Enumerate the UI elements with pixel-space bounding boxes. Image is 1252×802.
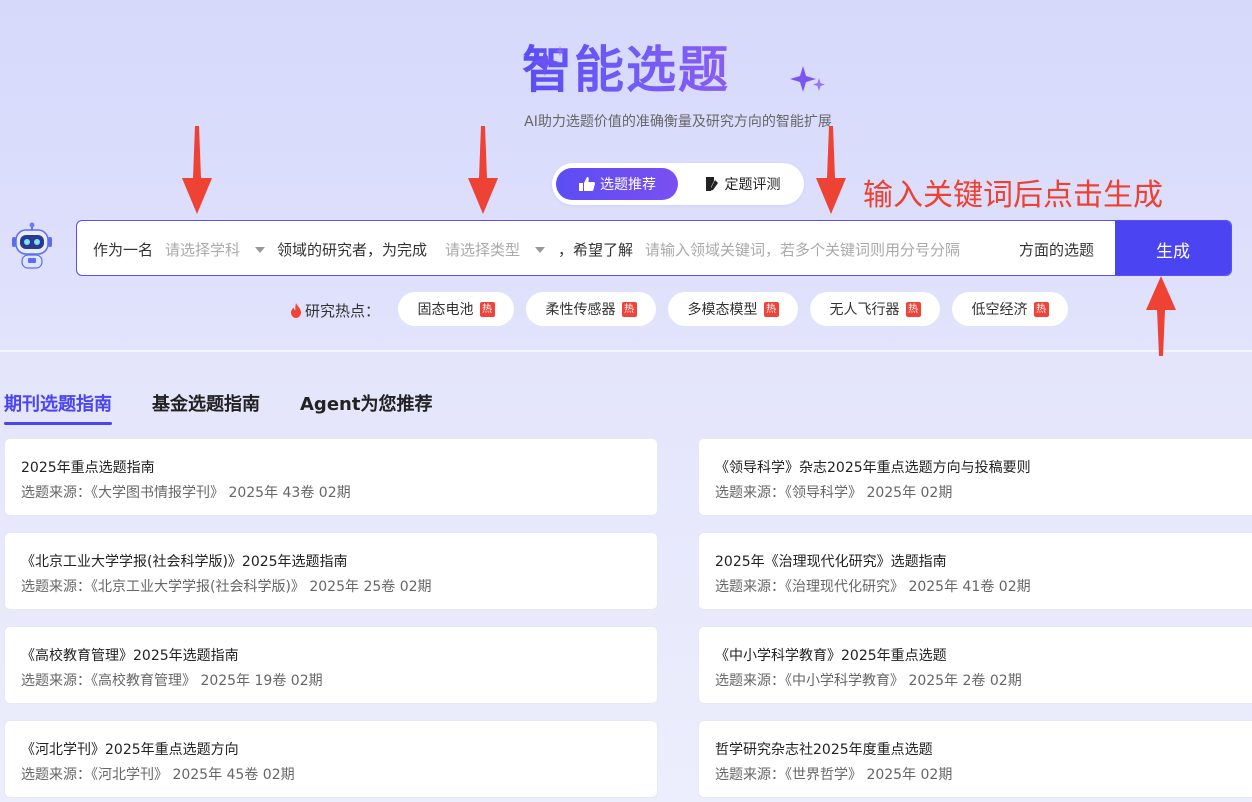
hot-topic-chip[interactable]: 低空经济 热 bbox=[952, 292, 1068, 326]
hot-topic-label: 低空经济 bbox=[971, 302, 1028, 318]
hot-topic-label: 无人飞行器 bbox=[829, 302, 900, 318]
hot-badge: 热 bbox=[905, 301, 921, 317]
tab-journal-guide[interactable]: 期刊选题指南 bbox=[4, 390, 112, 416]
guide-card-source: 选题来源：《中小学科学教育》 2025年 2卷 02期 bbox=[715, 673, 1022, 689]
guide-card-title: 《高校教育管理》2025年选题指南 bbox=[21, 648, 239, 664]
keyword-input[interactable]: 请输入领域关键词，若多个关键词则用分号分隔 bbox=[645, 239, 960, 260]
hot-topic-label: 固态电池 bbox=[417, 302, 474, 318]
hot-topics-label: 研究热点： bbox=[305, 302, 381, 320]
tab-topic-evaluation[interactable]: 定题评测 bbox=[692, 168, 792, 200]
up-arrow-icon bbox=[1146, 276, 1176, 356]
active-tab-indicator bbox=[4, 422, 112, 425]
chevron-down-icon[interactable] bbox=[535, 247, 545, 253]
tab-fund-guide[interactable]: 基金选题指南 bbox=[152, 390, 260, 416]
sparkle-icon-right bbox=[790, 66, 825, 92]
hot-badge: 热 bbox=[621, 301, 637, 317]
guide-card[interactable]: 2025年《治理现代化研究》选题指南 选题来源：《治理现代化研究》 2025年 … bbox=[698, 532, 1252, 610]
hot-topic-chip[interactable]: 固态电池 热 bbox=[398, 292, 514, 326]
hot-topic-label: 多模态模型 bbox=[687, 302, 758, 318]
section-divider bbox=[0, 350, 1252, 352]
tab-topic-recommend[interactable]: 选题推荐 bbox=[556, 168, 678, 200]
hot-topic-chip[interactable]: 多模态模型 热 bbox=[668, 292, 798, 326]
query-middle-2: ，希望了解 bbox=[558, 241, 634, 259]
chevron-down-icon[interactable] bbox=[255, 247, 265, 253]
guide-card-title: 2025年重点选题指南 bbox=[21, 460, 155, 476]
guide-card-source: 选题来源：《治理现代化研究》 2025年 41卷 02期 bbox=[715, 579, 1031, 595]
title-area: 智能选题 bbox=[0, 36, 1252, 104]
hot-badge: 热 bbox=[1033, 301, 1049, 317]
edit-doc-icon bbox=[705, 177, 718, 191]
tab-topic-evaluation-label: 定题评测 bbox=[724, 177, 781, 193]
hot-badge: 热 bbox=[763, 301, 779, 317]
query-middle: 领域的研究者，为完成 bbox=[277, 241, 428, 259]
thumbs-up-icon bbox=[579, 177, 595, 191]
guide-card-source: 选题来源：《北京工业大学学报(社会科学版)》 2025年 25卷 02期 bbox=[21, 579, 432, 595]
hot-topics-label-wrap: 研究热点： bbox=[290, 300, 380, 321]
guide-card-source: 选题来源：《高校教育管理》 2025年 19卷 02期 bbox=[21, 673, 323, 689]
guide-card[interactable]: 《河北学刊》2025年重点选题方向 选题来源：《河北学刊》 2025年 45卷 … bbox=[4, 720, 658, 798]
hot-badge: 热 bbox=[479, 301, 495, 317]
down-arrow-icon bbox=[816, 126, 846, 214]
guide-card[interactable]: 《高校教育管理》2025年选题指南 选题来源：《高校教育管理》 2025年 19… bbox=[4, 626, 658, 704]
query-suffix: 方面的选题 bbox=[1019, 241, 1095, 259]
hot-topic-label: 柔性传感器 bbox=[545, 302, 616, 318]
query-builder: 作为一名 请选择学科 领域的研究者，为完成 请选择类型 ，希望了解 请输入领域关… bbox=[76, 220, 1232, 276]
robot-assistant-icon[interactable] bbox=[10, 222, 54, 272]
guide-card-source: 选题来源：《河北学刊》 2025年 45卷 02期 bbox=[21, 767, 295, 783]
sparkle-icon-left bbox=[531, 46, 565, 76]
guide-card-title: 《河北学刊》2025年重点选题方向 bbox=[21, 742, 239, 758]
guide-card-source: 选题来源：《世界哲学》 2025年 02期 bbox=[715, 767, 953, 783]
fire-icon bbox=[291, 303, 301, 318]
guide-card[interactable]: 哲学研究杂志社2025年度重点选题 选题来源：《世界哲学》 2025年 02期 bbox=[698, 720, 1252, 798]
down-arrow-icon bbox=[468, 126, 498, 214]
query-prefix: 作为一名 bbox=[93, 241, 154, 259]
guide-card-title: 《北京工业大学学报(社会科学版)》2025年选题指南 bbox=[21, 554, 348, 570]
tab-topic-recommend-label: 选题推荐 bbox=[600, 177, 656, 193]
guide-card-title: 《中小学科学教育》2025年重点选题 bbox=[715, 648, 947, 664]
guide-card[interactable]: 2025年重点选题指南 选题来源：《大学图书情报学刊》 2025年 43卷 02… bbox=[4, 438, 658, 516]
subject-select[interactable]: 请选择学科 bbox=[165, 239, 240, 260]
guide-card[interactable]: 《领导科学》杂志2025年重点选题方向与投稿要则 选题来源：《领导科学》 202… bbox=[698, 438, 1252, 516]
down-arrow-icon bbox=[182, 126, 212, 214]
mode-toggle: 选题推荐 定题评测 bbox=[552, 163, 804, 205]
tab-agent-recommend[interactable]: Agent为您推荐 bbox=[300, 390, 432, 416]
guide-card[interactable]: 《北京工业大学学报(社会科学版)》2025年选题指南 选题来源：《北京工业大学学… bbox=[4, 532, 658, 610]
annotation-hint: 输入关键词后点击生成 bbox=[863, 178, 1163, 213]
guide-card-title: 《领导科学》杂志2025年重点选题方向与投稿要则 bbox=[715, 460, 1031, 476]
generate-button[interactable]: 生成 bbox=[1115, 221, 1231, 275]
type-select[interactable]: 请选择类型 bbox=[445, 239, 520, 260]
guide-card-source: 选题来源：《大学图书情报学刊》 2025年 43卷 02期 bbox=[21, 485, 351, 501]
guide-card[interactable]: 《中小学科学教育》2025年重点选题 选题来源：《中小学科学教育》 2025年 … bbox=[698, 626, 1252, 704]
hot-topic-chip[interactable]: 无人飞行器 热 bbox=[810, 292, 940, 326]
hot-topic-chip[interactable]: 柔性传感器 热 bbox=[526, 292, 656, 326]
guide-card-source: 选题来源：《领导科学》 2025年 02期 bbox=[715, 485, 953, 501]
guide-card-title: 哲学研究杂志社2025年度重点选题 bbox=[715, 742, 933, 758]
guide-card-title: 2025年《治理现代化研究》选题指南 bbox=[715, 554, 947, 570]
